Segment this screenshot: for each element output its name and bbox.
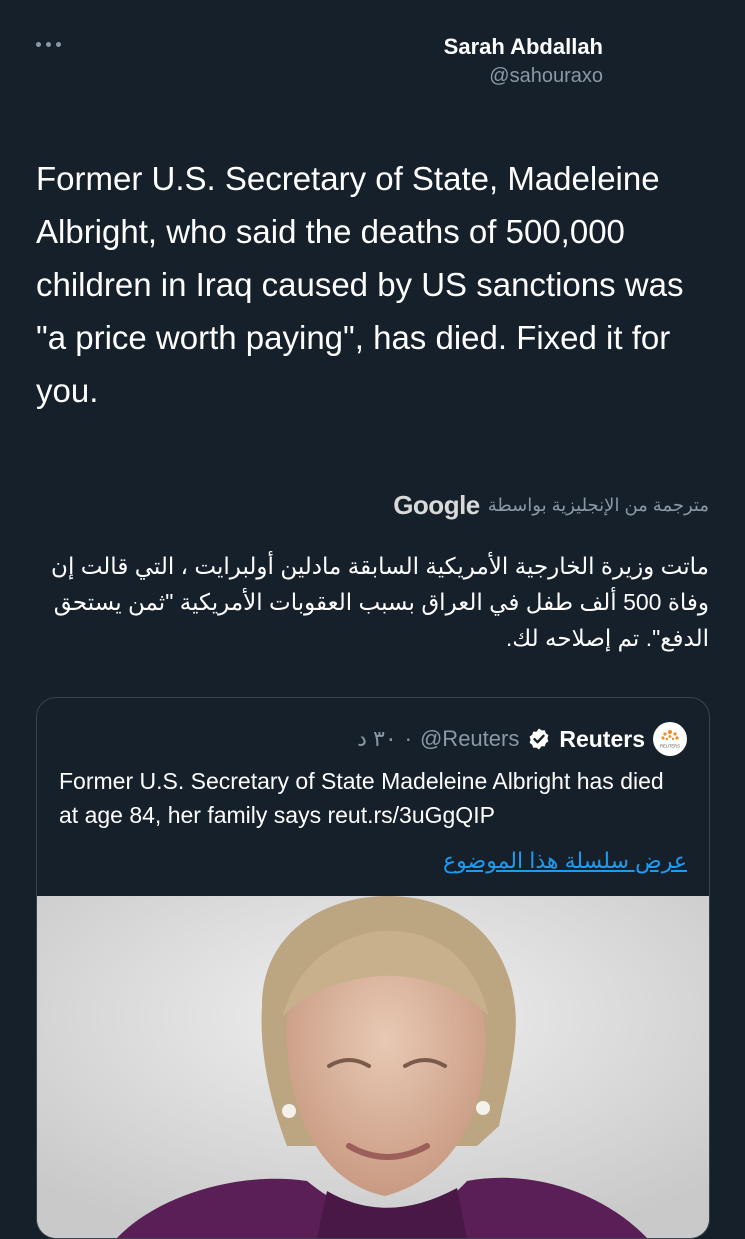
- translation-label: مترجمة من الإنجليزية بواسطة: [487, 495, 709, 515]
- more-options-button[interactable]: [36, 30, 76, 58]
- quoted-tweet-header: ٣٠ د · @Reuters Reuters REUTERS: [357, 722, 687, 756]
- reuters-avatar-label: REUTERS: [660, 744, 680, 749]
- more-dot: [56, 41, 61, 47]
- quoted-tweet-time[interactable]: ٣٠ د: [357, 726, 397, 752]
- more-horizontal-icon: [36, 41, 41, 47]
- translation-attribution: مترجمة من الإنجليزية بواسطة Google: [393, 490, 709, 521]
- portrait-illustration: [37, 896, 709, 1238]
- translated-text: ماتت وزيرة الخارجية الأمريكية السابقة ما…: [51, 553, 709, 651]
- quoted-tweet-separator: ·: [404, 726, 412, 751]
- quoted-tweet-handle: @Reuters: [419, 726, 520, 751]
- tweet-author[interactable]: Sarah Abdallah @sahouraxo: [444, 32, 603, 90]
- google-logo: Google: [393, 490, 480, 520]
- author-handle[interactable]: @sahouraxo: [444, 62, 603, 90]
- quoted-tweet-photo[interactable]: [37, 896, 709, 1238]
- quoted-tweet-card[interactable]: ٣٠ د · @Reuters Reuters REUTERS Former U…: [36, 697, 710, 1239]
- tweet-text: Former U.S. Secretary of State, Madelein…: [36, 160, 684, 409]
- author-name[interactable]: Sarah Abdallah: [444, 32, 603, 62]
- quoted-tweet-text: Former U.S. Secretary of State Madeleine…: [59, 768, 664, 828]
- reuters-logo-icon: REUTERS: [660, 730, 680, 749]
- show-thread-link[interactable]: عرض سلسلة هذا الموضوع: [443, 848, 687, 874]
- quoted-tweet-name: Reuters: [559, 725, 645, 752]
- reuters-avatar[interactable]: REUTERS: [653, 722, 687, 756]
- more-dot: [46, 41, 51, 47]
- verified-badge-icon: [529, 728, 549, 750]
